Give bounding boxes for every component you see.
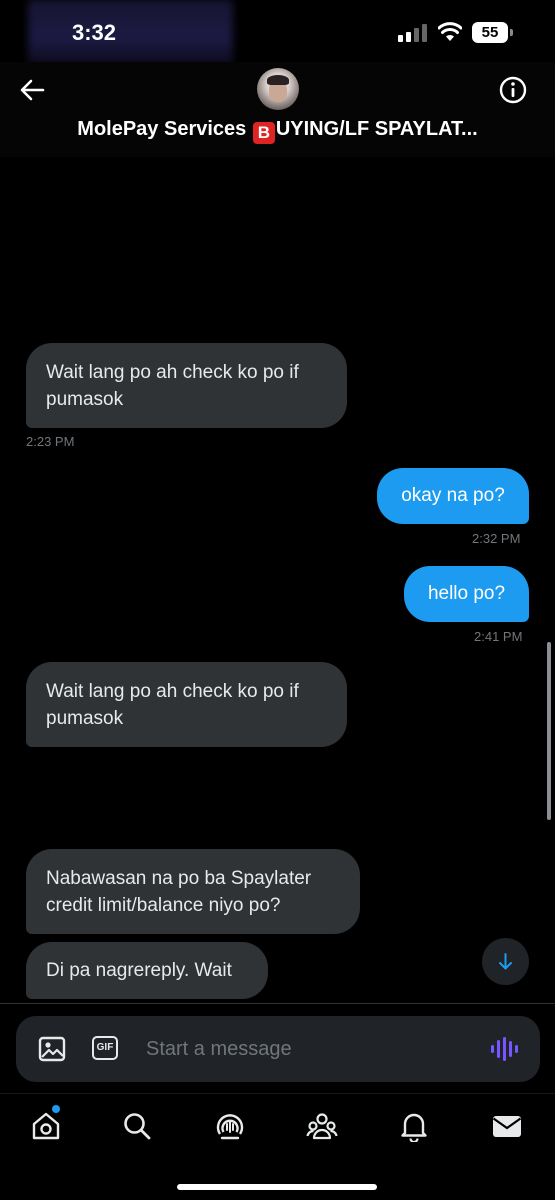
message-bubble-received[interactable]: Wait lang po ah check ko po if pumasok bbox=[26, 662, 347, 747]
battery-nub bbox=[510, 29, 513, 36]
message-bubble-received[interactable]: Nabawasan na po ba Spaylater credit limi… bbox=[26, 849, 360, 934]
conversation-title[interactable]: MolePay Services B UYING/LF SPAYLAT... bbox=[0, 118, 555, 144]
status-time: 3:32 bbox=[72, 20, 117, 45]
search-icon[interactable] bbox=[121, 1110, 153, 1142]
message-bubble-sent[interactable]: hello po? bbox=[404, 566, 529, 622]
message-list[interactable]: Wait lang po ah check ko po if pumasok 2… bbox=[0, 157, 555, 1003]
message-bubble-received[interactable]: Wait lang po ah check ko po if pumasok bbox=[26, 343, 347, 428]
message-timestamp: 2:32 PM bbox=[472, 531, 521, 546]
image-icon[interactable] bbox=[38, 1036, 66, 1062]
composer-area: GIF bbox=[0, 1003, 555, 1093]
arrow-down-icon bbox=[499, 953, 512, 970]
b-button-emoji: B bbox=[252, 122, 275, 144]
status-bar: 3:32 55 bbox=[0, 0, 555, 66]
avatar[interactable] bbox=[257, 68, 299, 110]
message-timestamp: 2:41 PM bbox=[474, 629, 523, 644]
message-bubble-received[interactable]: Di pa nagrereply. Wait bbox=[26, 942, 268, 999]
spaces-icon[interactable] bbox=[214, 1110, 246, 1142]
title-prefix: MolePay Services bbox=[77, 118, 252, 140]
home-icon[interactable] bbox=[30, 1110, 62, 1142]
conversation-header: MolePay Services B UYING/LF SPAYLAT... bbox=[0, 62, 555, 157]
home-indicator bbox=[177, 1184, 377, 1190]
notifications-icon[interactable] bbox=[398, 1110, 430, 1142]
message-timestamp: 2:23 PM bbox=[26, 434, 75, 449]
wifi-icon bbox=[438, 22, 462, 41]
bottom-navigation bbox=[0, 1093, 555, 1200]
blurred-region bbox=[28, 0, 233, 66]
back-arrow-icon[interactable] bbox=[18, 76, 46, 104]
communities-icon[interactable] bbox=[306, 1110, 338, 1142]
message-bubble-sent[interactable]: okay na po? bbox=[377, 468, 529, 524]
avatar-hair bbox=[267, 75, 289, 85]
home-notification-dot bbox=[52, 1105, 60, 1113]
gif-icon[interactable]: GIF bbox=[92, 1036, 118, 1060]
scrollbar[interactable] bbox=[547, 642, 551, 820]
info-icon[interactable] bbox=[498, 75, 528, 105]
voice-message-icon[interactable] bbox=[490, 1035, 518, 1063]
battery-icon: 55 bbox=[472, 22, 508, 43]
scroll-to-bottom-button[interactable] bbox=[482, 938, 529, 985]
messages-icon[interactable] bbox=[491, 1110, 523, 1142]
message-composer: GIF bbox=[16, 1016, 540, 1082]
message-input[interactable] bbox=[146, 1032, 466, 1066]
title-suffix: UYING/LF SPAYLAT... bbox=[275, 118, 478, 140]
signal-icon bbox=[398, 24, 427, 42]
